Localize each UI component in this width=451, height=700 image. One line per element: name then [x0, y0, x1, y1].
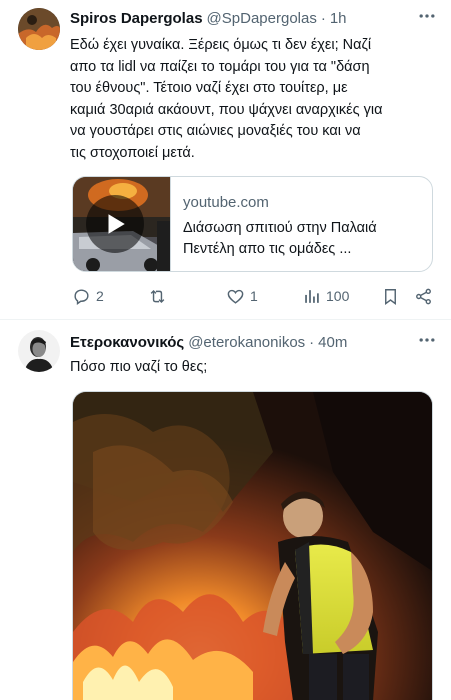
play-icon[interactable]	[86, 195, 144, 253]
tweet-media-image[interactable]	[72, 391, 433, 700]
tweet-time[interactable]: 1h	[330, 10, 347, 27]
views-count: 100	[326, 288, 350, 304]
tweet-time[interactable]: 40m	[318, 334, 347, 351]
share-button[interactable]	[414, 284, 433, 308]
bookmark-icon	[385, 288, 396, 305]
reply-count: 2	[96, 288, 104, 304]
card-domain: youtube.com	[183, 194, 269, 211]
like-count: 1	[250, 288, 258, 304]
tweet-actions: 2 1 100	[72, 284, 434, 308]
tweet-header: Ετεροκανονικός @eterokanonikos · 40m	[70, 332, 437, 352]
author-name[interactable]: Ετεροκανονικός	[70, 334, 184, 351]
tweet-text: Εδώ έχει γυναίκα. Ξέρεις όμως τι δεν έχε…	[70, 37, 383, 161]
share-icon	[416, 288, 431, 304]
author-handle[interactable]: @eterokanonikos	[188, 334, 305, 351]
heart-icon	[227, 289, 244, 304]
separator-dot: ·	[309, 333, 315, 351]
tweet-text: Πόσο πιο ναζί το θες;	[70, 359, 208, 375]
like-button[interactable]: 1	[226, 284, 258, 308]
card-title: Διάσωση σπιτιού στην Παλαιά Πεντέλη απο …	[183, 220, 377, 257]
tweet-1[interactable]: Spiros Dapergolas @SpDapergolas · 1h Εδώ…	[0, 0, 451, 319]
author-handle[interactable]: @SpDapergolas	[207, 10, 317, 27]
separator-dot: ·	[320, 9, 326, 27]
more-horizontal-icon[interactable]	[417, 330, 437, 355]
tweet-header: Spiros Dapergolas @SpDapergolas · 1h	[70, 8, 437, 28]
retweet-button[interactable]	[148, 284, 172, 308]
link-card[interactable]: youtube.com Διάσωση σπιτιού στην Παλαιά …	[72, 176, 433, 272]
more-horizontal-icon[interactable]	[417, 6, 437, 31]
author-avatar[interactable]	[18, 8, 60, 50]
views-button[interactable]: 100	[302, 284, 349, 308]
reply-icon	[74, 288, 89, 305]
reply-button[interactable]: 2	[72, 284, 104, 308]
author-avatar[interactable]	[18, 330, 60, 372]
author-name[interactable]: Spiros Dapergolas	[70, 10, 203, 27]
card-thumbnail	[73, 177, 171, 271]
views-chart-icon	[305, 289, 319, 303]
retweet-icon	[150, 289, 165, 303]
bookmark-button[interactable]	[381, 284, 400, 308]
